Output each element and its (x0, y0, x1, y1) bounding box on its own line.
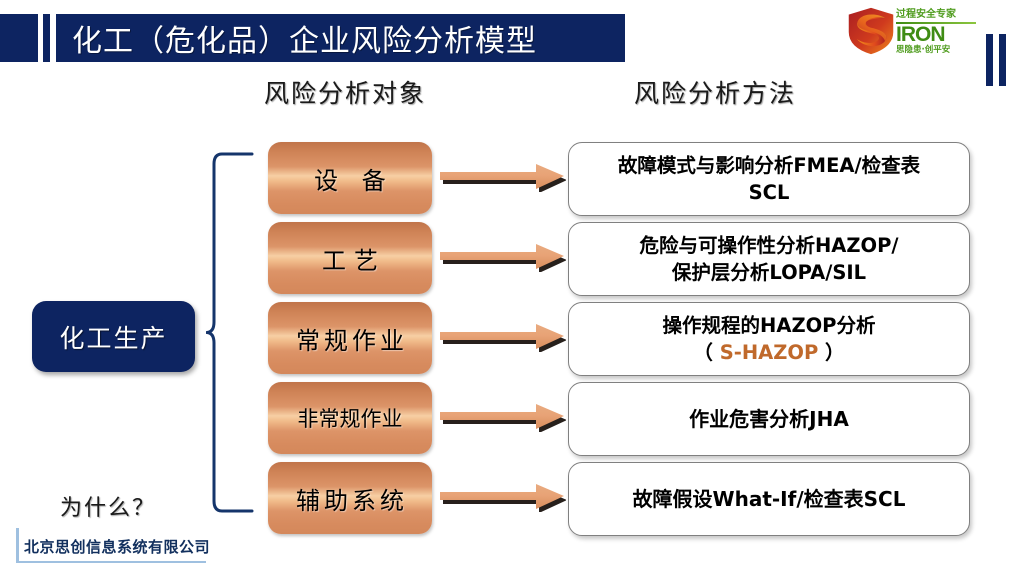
logo-text-block: 过程安全专家 IRON 思隐患·创平安 (896, 7, 978, 57)
object-box-label: 工艺 (322, 246, 386, 275)
method-line-1: 故障模式与影响分析FMEA/检查表 (617, 154, 921, 177)
footer-company-name: 北京思创信息系统有限公司 (24, 538, 211, 556)
logo-tagline-bottom: 思隐患·创平安 (896, 44, 951, 55)
object-box-label: 辅助系统 (296, 486, 408, 515)
column-heading-method: 风险分析方法 (634, 79, 797, 108)
source-node-label: 化工生产 (59, 323, 168, 353)
arrow-right-icon (440, 484, 566, 512)
method-box-fmea: 故障模式与影响分析FMEA/检查表 SCL (568, 142, 970, 216)
method-highlight-term: S-HAZOP (719, 341, 819, 364)
method-box-label: 故障模式与影响分析FMEA/检查表 SCL (610, 152, 928, 206)
method-line-1: 危险与可操作性分析HAZOP/ (639, 234, 899, 257)
table-row: 非常规作业 作业危害分析JHA (268, 382, 978, 456)
logo-brand-name: IRON (896, 22, 946, 46)
arrow-right-icon (440, 164, 566, 192)
why-question-note: 为什么？ (60, 496, 157, 521)
arrow-right-icon (440, 244, 566, 272)
method-line-2: （ S-HAZOP ） (693, 341, 845, 364)
method-line-2: 保护层分析LOPA/SIL (671, 261, 867, 284)
object-box-label: 非常规作业 (297, 407, 403, 431)
footer-accent-vertical (16, 528, 19, 563)
grouping-brace-icon (206, 152, 254, 513)
arrow-right-icon (440, 324, 566, 352)
method-line-1: 故障假设What-If/检查表SCL (632, 486, 906, 511)
method-box-hazop-lopa: 危险与可操作性分析HAZOP/ 保护层分析LOPA/SIL (568, 222, 970, 296)
decorative-block-left-large (0, 14, 38, 62)
decorative-bar-right-2 (999, 34, 1006, 86)
footer-accent-horizontal (16, 561, 206, 563)
table-row: 常规作业 操作规程的HAZOP分析 （ S-HAZOP ） (268, 302, 978, 376)
arrow-right-icon (440, 404, 566, 432)
shield-s-icon (847, 6, 895, 56)
table-row: 辅助系统 故障假设What-If/检查表SCL (268, 462, 978, 536)
method-box-label: 危险与可操作性分析HAZOP/ 保护层分析LOPA/SIL (631, 232, 906, 286)
title-bar: 化工（危化品）企业风险分析模型 (56, 14, 625, 62)
decorative-bar-right-1 (986, 34, 993, 86)
slide-canvas: 化工（危化品）企业风险分析模型 过程安全专家 IRON 思隐患·创平安 风险分析… (0, 0, 1013, 569)
source-node-chemical-production: 化工生产 (32, 301, 195, 372)
method-box-jha: 作业危害分析JHA (568, 382, 970, 456)
object-box-label: 常规作业 (296, 326, 408, 355)
object-box-auxiliary-system: 辅助系统 (268, 462, 432, 534)
table-row: 设 备 故障模式与影响分析FMEA/检查表 SCL (268, 142, 978, 216)
page-title: 化工（危化品）企业风险分析模型 (72, 24, 537, 59)
logo-tagline-top: 过程安全专家 (896, 8, 956, 20)
method-box-label: 故障假设What-If/检查表SCL (625, 486, 914, 513)
column-heading-object: 风险分析对象 (264, 79, 427, 108)
method-line-1: 操作规程的HAZOP分析 (662, 314, 876, 337)
method-box-s-hazop: 操作规程的HAZOP分析 （ S-HAZOP ） (568, 302, 970, 376)
object-box-non-routine-operation: 非常规作业 (268, 382, 432, 454)
object-box-label: 设 备 (314, 166, 394, 195)
method-box-label: 操作规程的HAZOP分析 （ S-HAZOP ） (655, 312, 884, 366)
object-box-process: 工艺 (268, 222, 432, 294)
method-box-what-if-scl: 故障假设What-If/检查表SCL (568, 462, 970, 536)
method-line-1: 作业危害分析JHA (689, 406, 849, 431)
table-row: 工艺 危险与可操作性分析HAZOP/ 保护层分析LOPA/SIL (268, 222, 978, 296)
method-line-2: SCL (748, 181, 790, 204)
decorative-block-left-thin (43, 14, 50, 62)
object-box-routine-operation: 常规作业 (268, 302, 432, 374)
method-box-label: 作业危害分析JHA (681, 406, 857, 433)
company-logo: 过程安全专家 IRON 思隐患·创平安 (846, 4, 978, 58)
object-box-equipment: 设 备 (268, 142, 432, 214)
